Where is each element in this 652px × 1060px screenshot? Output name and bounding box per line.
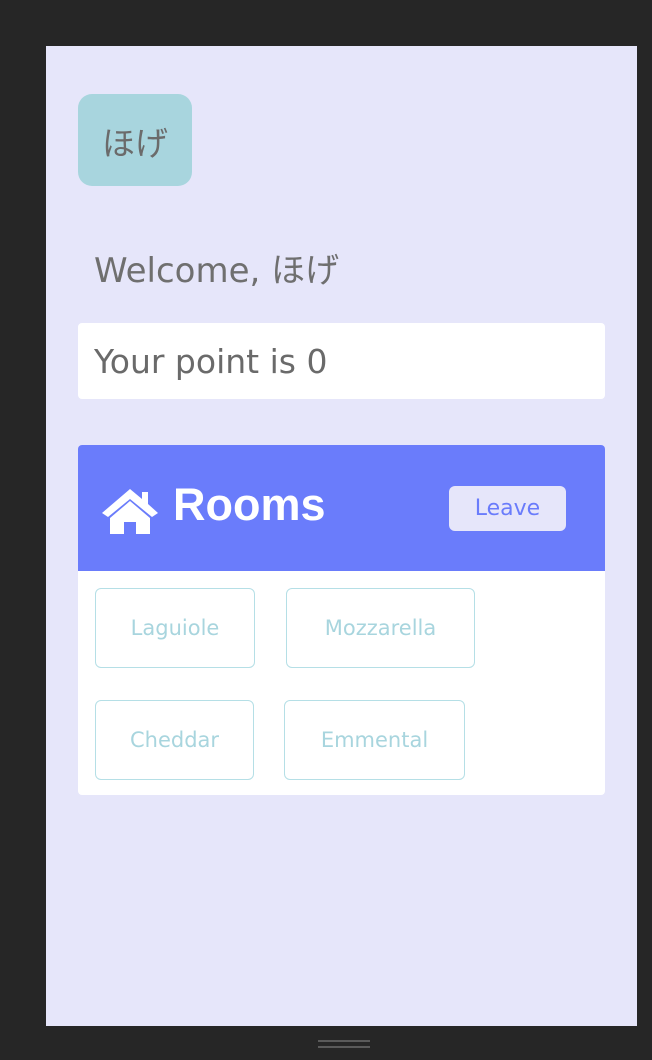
- room-label: Mozzarella: [324, 616, 437, 640]
- room-label: Laguiole: [130, 616, 220, 640]
- points-text: Your point is 0: [94, 341, 328, 381]
- room-label: Cheddar: [129, 728, 220, 752]
- avatar-label: ほげ: [102, 124, 168, 163]
- user-avatar-button[interactable]: ほげ: [78, 94, 192, 186]
- leave-button[interactable]: Leave: [449, 486, 566, 531]
- room-button-mozzarella[interactable]: Mozzarella: [286, 588, 475, 668]
- room-button-cheddar[interactable]: Cheddar: [95, 700, 254, 780]
- rooms-title: Rooms: [173, 479, 326, 530]
- rooms-header: Rooms Leave: [78, 445, 605, 571]
- app-screen: ほげ Welcome, ほげ Your point is 0 Rooms Lea…: [46, 46, 637, 1026]
- room-button-emmental[interactable]: Emmental: [284, 700, 465, 780]
- welcome-message: Welcome, ほげ: [94, 251, 340, 291]
- gesture-bar[interactable]: [318, 1040, 370, 1050]
- leave-button-label: Leave: [474, 496, 541, 521]
- room-button-laguiole[interactable]: Laguiole: [95, 588, 255, 668]
- device-frame: ほげ Welcome, ほげ Your point is 0 Rooms Lea…: [0, 0, 652, 1060]
- rooms-card: Rooms Leave Laguiole Mozzarella Cheddar …: [78, 445, 605, 795]
- room-label: Emmental: [320, 728, 429, 752]
- home-icon: [102, 489, 158, 534]
- points-display: Your point is 0: [78, 323, 605, 399]
